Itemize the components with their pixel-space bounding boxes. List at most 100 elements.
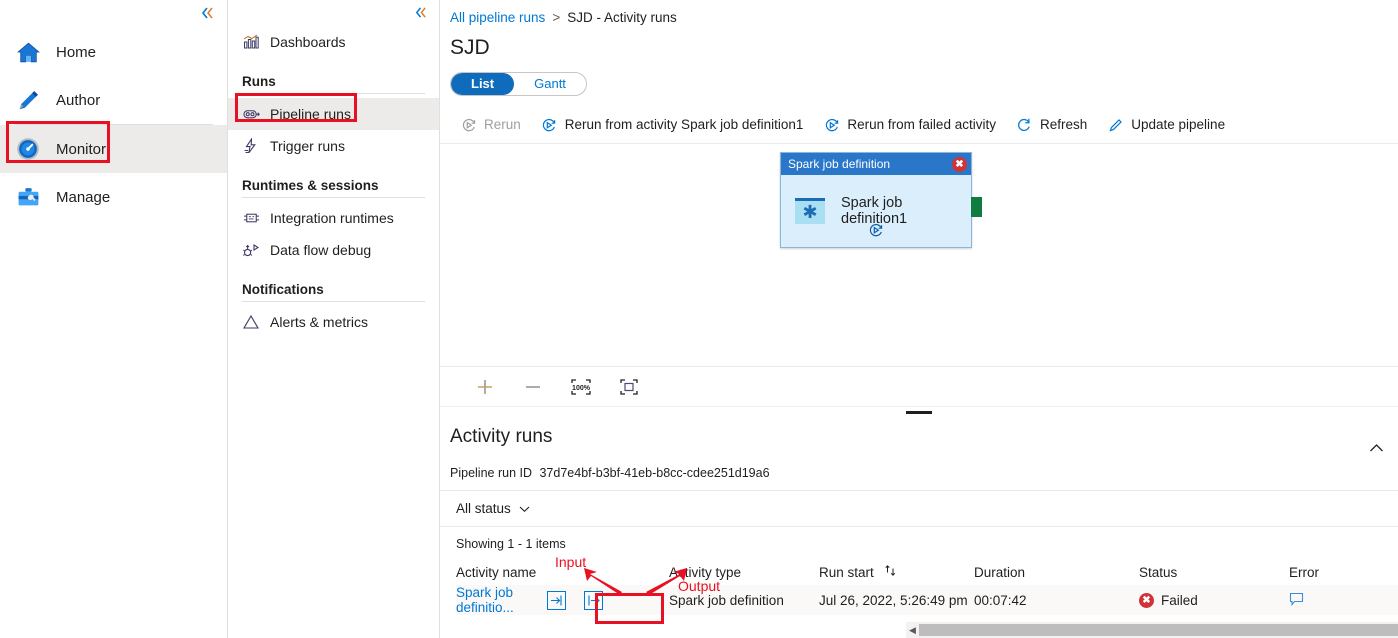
sidebar-item-home[interactable]: Home <box>0 28 227 76</box>
cell-status: ✖ Failed <box>1139 593 1289 608</box>
zoom-to-100-icon[interactable]: 100% <box>568 374 594 400</box>
scrollbar-thumb[interactable] <box>919 624 1398 636</box>
cell-error <box>1289 592 1389 609</box>
status-filter-dropdown[interactable]: All status <box>440 491 530 526</box>
breadcrumb-all-pipeline-runs[interactable]: All pipeline runs <box>450 10 545 25</box>
nav-item-label: Data flow debug <box>270 242 371 258</box>
comment-bubble-icon[interactable] <box>1289 594 1304 609</box>
zoom-out-icon[interactable] <box>520 374 546 400</box>
column-activity-name[interactable]: Activity name <box>456 565 544 580</box>
refresh-icon <box>1016 116 1033 133</box>
nav-group-rule <box>242 197 425 198</box>
rerun-icon <box>823 116 840 133</box>
panel-resize-handle[interactable] <box>906 411 932 414</box>
rerun-icon[interactable] <box>868 222 884 243</box>
nav-item-dashboards[interactable]: Dashboards <box>228 26 439 58</box>
pipeline-run-id-label: Pipeline run ID <box>450 466 532 480</box>
nav-item-label: Dashboards <box>270 34 346 50</box>
sidebar-item-manage[interactable]: Manage <box>0 173 227 221</box>
table-row[interactable]: Spark job definitio... Spark job definit… <box>456 585 1398 615</box>
scrollbar-track[interactable] <box>919 623 1385 637</box>
breadcrumb: All pipeline runs > SJD - Activity runs <box>440 0 1398 28</box>
nav-item-trigger-runs[interactable]: Trigger runs <box>228 130 439 162</box>
error-close-icon[interactable]: ✖ <box>952 157 967 172</box>
showing-count: Showing 1 - 1 items <box>440 527 1398 551</box>
sidebar-item-monitor[interactable]: Monitor <box>0 125 227 173</box>
scroll-left-arrow[interactable]: ◀ <box>906 625 919 636</box>
activity-runs-table: Activity name Activity type Run start Du… <box>440 559 1398 615</box>
canvas-zoom-toolbar: 100% <box>440 366 1398 406</box>
input-arrow-icon[interactable] <box>547 591 566 610</box>
activity-node-actions <box>781 222 971 243</box>
integration-runtime-icon <box>242 209 260 227</box>
column-duration[interactable]: Duration <box>974 565 1139 580</box>
error-circle-icon: ✖ <box>1139 593 1154 608</box>
column-activity-type[interactable]: Activity type <box>669 565 819 580</box>
rerun-from-activity-button[interactable]: Rerun from activity Spark job definition… <box>531 110 814 140</box>
primary-sidebar-list: Home Author Monitor Manage <box>0 0 227 221</box>
horizontal-scrollbar[interactable]: ◀ ▶ <box>906 622 1398 638</box>
update-pipeline-button[interactable]: Update pipeline <box>1097 110 1235 140</box>
primary-sidebar: Home Author Monitor Manage <box>0 0 228 638</box>
sidebar-collapse-icon[interactable] <box>195 4 219 28</box>
home-icon <box>14 38 42 66</box>
status-filter-label: All status <box>456 501 511 516</box>
rerun-icon <box>460 116 477 133</box>
main-content: All pipeline runs > SJD - Activity runs … <box>440 0 1398 638</box>
alert-triangle-icon <box>242 313 260 331</box>
toolbar-button-label: Rerun from failed activity <box>847 117 996 132</box>
view-toggle: List Gantt <box>450 72 587 96</box>
output-arrow-icon[interactable] <box>584 591 603 610</box>
sidebar-item-label: Author <box>56 92 100 109</box>
cell-io-buttons <box>544 591 669 610</box>
nav-item-label: Integration runtimes <box>270 210 394 226</box>
rerun-button[interactable]: Rerun <box>450 110 531 140</box>
nav-item-alerts-metrics[interactable]: Alerts & metrics <box>228 306 439 338</box>
pipeline-runs-icon <box>242 105 260 123</box>
cell-activity-name[interactable]: Spark job definitio... <box>456 585 544 615</box>
nav-item-data-flow-debug[interactable]: Data flow debug <box>228 234 439 266</box>
cell-duration: 00:07:42 <box>974 593 1139 608</box>
nav-item-pipeline-runs[interactable]: Pipeline runs <box>228 98 439 130</box>
activity-node-body: ✱ Spark job definition1 <box>781 175 971 247</box>
page-title: SJD <box>440 28 1398 60</box>
toolbox-icon <box>14 183 42 211</box>
data-flow-debug-icon <box>242 241 260 259</box>
toolbar-button-label: Rerun from activity Spark job definition… <box>565 117 804 132</box>
nav-item-label: Pipeline runs <box>270 106 351 122</box>
activity-runs-title: Activity runs <box>450 426 552 448</box>
toolbar: Rerun Rerun from activity Spark job defi… <box>440 106 1398 144</box>
activity-node[interactable]: Spark job definition ✖ ✱ Spark job defin… <box>780 152 972 248</box>
column-status[interactable]: Status <box>1139 565 1289 580</box>
pipeline-canvas[interactable]: Spark job definition ✖ ✱ Spark job defin… <box>440 144 1398 366</box>
pencil-edit-icon <box>1107 116 1124 133</box>
pencil-icon <box>14 86 42 114</box>
nav-item-label: Alerts & metrics <box>270 314 368 330</box>
rerun-from-failed-activity-button[interactable]: Rerun from failed activity <box>813 110 1006 140</box>
nav-item-integration-runtimes[interactable]: Integration runtimes <box>228 202 439 234</box>
column-run-start[interactable]: Run start <box>819 564 974 580</box>
column-run-start-label: Run start <box>819 565 874 580</box>
sidebar-item-author[interactable]: Author <box>0 76 227 124</box>
zoom-in-icon[interactable] <box>472 374 498 400</box>
toolbar-button-label: Rerun <box>484 117 521 132</box>
fit-to-screen-icon[interactable] <box>616 374 642 400</box>
activity-node-header: Spark job definition ✖ <box>781 153 971 175</box>
nav-item-label: Trigger runs <box>270 138 345 154</box>
refresh-button[interactable]: Refresh <box>1006 110 1097 140</box>
sort-updown-icon[interactable] <box>884 564 897 580</box>
nav-collapse-icon[interactable] <box>409 4 431 26</box>
nav-list: Dashboards Runs Pipeline runs Trigger ru… <box>228 0 439 338</box>
status-badge: Failed <box>1161 593 1198 608</box>
column-error[interactable]: Error <box>1289 565 1389 580</box>
spark-asterisk-icon: ✱ <box>795 198 825 224</box>
tab-list[interactable]: List <box>451 73 514 95</box>
activity-runs-header: Activity runs <box>440 418 1398 458</box>
chevron-up-icon[interactable] <box>1369 426 1384 458</box>
dashboard-chart-icon <box>242 33 260 51</box>
gauge-icon <box>14 135 42 163</box>
node-output-port[interactable] <box>971 197 982 217</box>
tab-gantt[interactable]: Gantt <box>514 73 586 95</box>
rerun-icon <box>541 116 558 133</box>
pipeline-run-id: Pipeline run ID 37d7e4bf-b3bf-41eb-b8cc-… <box>440 458 1398 480</box>
